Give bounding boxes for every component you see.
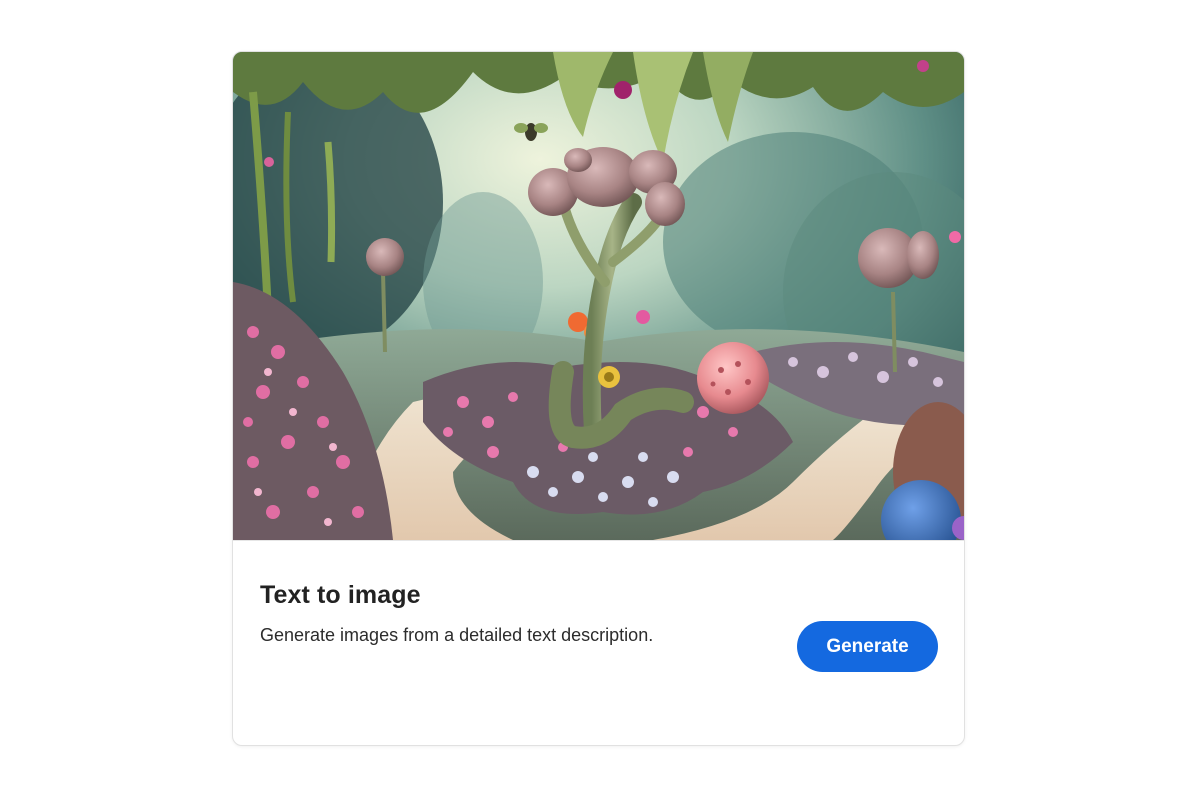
text-to-image-card: Text to image Generate images from a det… [232, 51, 965, 746]
card-body: Text to image Generate images from a det… [233, 540, 964, 745]
card-description: Generate images from a detailed text des… [260, 625, 654, 645]
generate-button[interactable]: Generate [797, 621, 938, 672]
fantasy-garden-image [233, 52, 964, 540]
card-title: Text to image [260, 581, 421, 609]
